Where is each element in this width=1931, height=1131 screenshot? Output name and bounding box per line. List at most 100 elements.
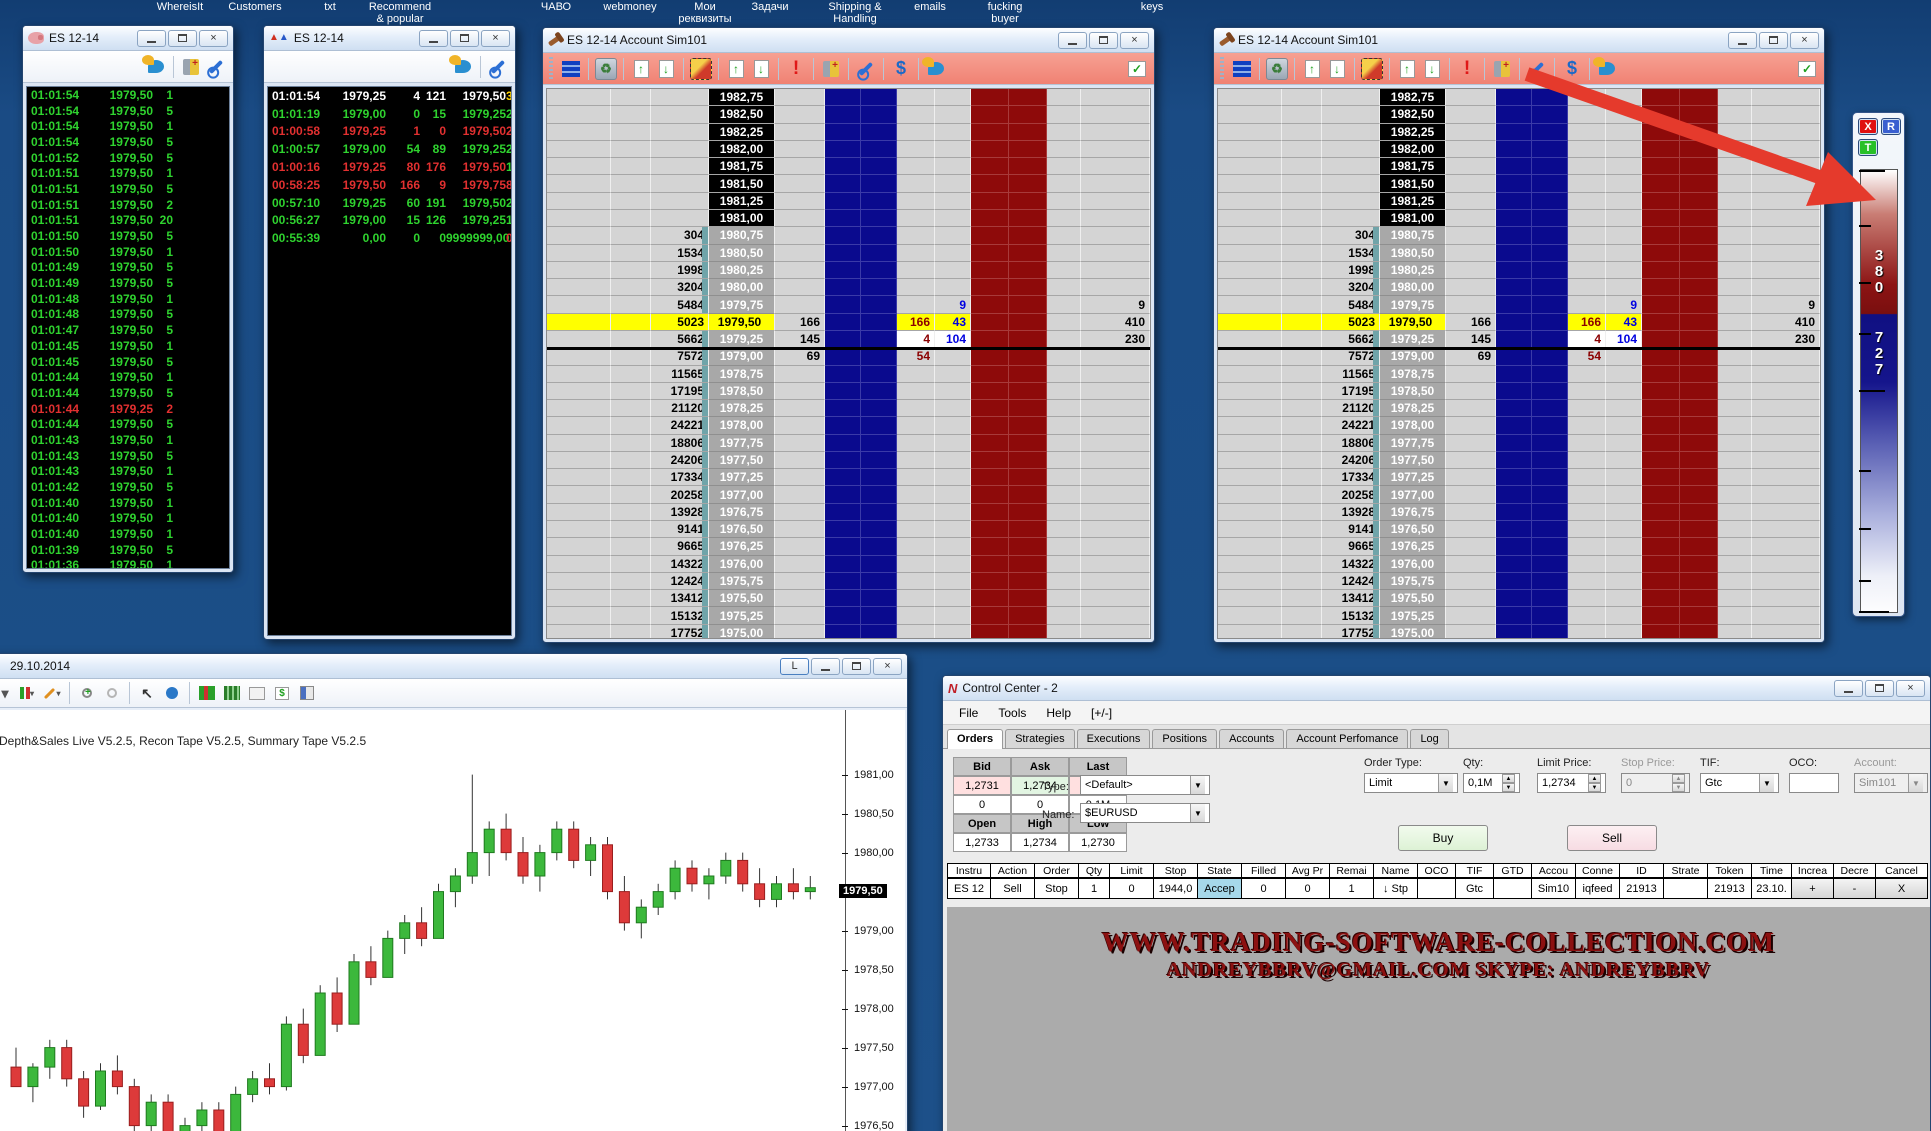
ladder-cell[interactable] bbox=[1752, 607, 1820, 624]
volume-cell[interactable]: 304 bbox=[1322, 227, 1380, 244]
ladder-cell[interactable] bbox=[1718, 607, 1752, 624]
ladder-cell[interactable] bbox=[1009, 124, 1047, 141]
column-header-remai[interactable]: Remai bbox=[1330, 863, 1374, 878]
ladder-cell[interactable] bbox=[861, 521, 897, 538]
sell-cell[interactable] bbox=[897, 245, 935, 262]
ladder-cell[interactable] bbox=[1752, 193, 1820, 210]
ladder-cell[interactable] bbox=[1680, 210, 1718, 227]
ladder-cell[interactable] bbox=[775, 383, 825, 400]
clear-icon[interactable] bbox=[1361, 58, 1383, 80]
ladder-cell[interactable] bbox=[1282, 366, 1322, 383]
ladder-cell[interactable] bbox=[1446, 106, 1496, 123]
sell-cell[interactable] bbox=[1568, 435, 1606, 452]
power-icon[interactable] bbox=[820, 58, 842, 80]
ladder-cell[interactable] bbox=[1532, 141, 1568, 158]
column-header-instru[interactable]: Instru bbox=[947, 863, 991, 878]
price-cell[interactable]: 1975,25 bbox=[1380, 607, 1446, 624]
ladder-cell[interactable] bbox=[1532, 469, 1568, 486]
ladder-cell[interactable] bbox=[1496, 124, 1532, 141]
cursor-icon[interactable]: ↖ bbox=[136, 682, 158, 704]
bid-cell[interactable] bbox=[1606, 573, 1642, 590]
page-up-icon[interactable]: ↑ bbox=[725, 58, 747, 80]
widget-button-r[interactable]: R bbox=[1881, 118, 1901, 135]
ladder-cell[interactable] bbox=[861, 383, 897, 400]
bid-cell[interactable] bbox=[935, 245, 971, 262]
maximize-button[interactable] bbox=[1865, 680, 1894, 697]
price-cell[interactable]: 1980,25 bbox=[709, 262, 775, 279]
ladder-cell[interactable] bbox=[1322, 175, 1380, 192]
column-header-decre[interactable]: Decre bbox=[1834, 863, 1876, 878]
ladder-cell[interactable] bbox=[1718, 573, 1752, 590]
ladder-cell[interactable] bbox=[1718, 590, 1752, 607]
ladder-cell[interactable] bbox=[1752, 158, 1820, 175]
ladder-cell[interactable] bbox=[1282, 521, 1322, 538]
ladder-cell[interactable] bbox=[547, 279, 611, 296]
working-cell[interactable]: 166 bbox=[1446, 314, 1496, 331]
ladder-cell[interactable] bbox=[1718, 383, 1752, 400]
price-cell[interactable]: 1975,25 bbox=[709, 607, 775, 624]
sell-cell[interactable] bbox=[897, 124, 935, 141]
spin-up-icon[interactable]: ▲ bbox=[1502, 774, 1515, 783]
ladder-cell[interactable] bbox=[825, 573, 861, 590]
ladder-cell[interactable] bbox=[1081, 590, 1150, 607]
ladder-cell[interactable] bbox=[1009, 573, 1047, 590]
ladder-cell[interactable] bbox=[825, 314, 861, 331]
ladder-cell[interactable] bbox=[825, 417, 861, 434]
volume-cell[interactable]: 24206 bbox=[1322, 452, 1380, 469]
ladder-cell[interactable] bbox=[1047, 400, 1081, 417]
ladder-cell[interactable] bbox=[1496, 314, 1532, 331]
volume-cell[interactable]: 13412 bbox=[1322, 590, 1380, 607]
sell-cell[interactable] bbox=[897, 296, 935, 313]
bookmark-item[interactable]: WhereisIt bbox=[157, 1, 203, 13]
ladder-cell[interactable] bbox=[1009, 625, 1047, 639]
toolbar-grip[interactable] bbox=[549, 57, 553, 81]
ladder-cell[interactable] bbox=[825, 400, 861, 417]
sell-cell[interactable] bbox=[1568, 175, 1606, 192]
ladder-cell[interactable] bbox=[1680, 193, 1718, 210]
ladder-cell[interactable] bbox=[1047, 175, 1081, 192]
ladder-cell[interactable] bbox=[1218, 106, 1282, 123]
ladder-cell[interactable] bbox=[1752, 210, 1820, 227]
ladder-cell[interactable] bbox=[861, 417, 897, 434]
bid-cell[interactable] bbox=[1606, 435, 1642, 452]
price-cell[interactable]: 1977,50 bbox=[709, 452, 775, 469]
ladder-cell[interactable] bbox=[1218, 556, 1282, 573]
sell-cell[interactable] bbox=[1568, 279, 1606, 296]
bid-cell[interactable] bbox=[935, 89, 971, 106]
ladder-cell[interactable] bbox=[1718, 158, 1752, 175]
ladder-cell[interactable] bbox=[1009, 452, 1047, 469]
price-cell[interactable]: 1977,00 bbox=[709, 486, 775, 503]
ladder-cell[interactable] bbox=[775, 452, 825, 469]
volume-cell[interactable]: 24221 bbox=[1322, 417, 1380, 434]
volume-cell[interactable]: 9665 bbox=[1322, 538, 1380, 555]
volume-cell[interactable]: 18806 bbox=[1322, 435, 1380, 452]
ladder-cell[interactable] bbox=[1282, 193, 1322, 210]
ladder-cell[interactable] bbox=[1322, 124, 1380, 141]
ladder-cell[interactable] bbox=[547, 607, 611, 624]
ladder-cell[interactable] bbox=[1718, 279, 1752, 296]
ladder-cell[interactable] bbox=[825, 210, 861, 227]
ladder-cell[interactable] bbox=[1081, 193, 1150, 210]
maximize-button[interactable] bbox=[842, 658, 871, 675]
ladder-cell[interactable] bbox=[1047, 331, 1081, 348]
ladder-cell[interactable] bbox=[1081, 89, 1150, 106]
tab-orders[interactable]: Orders bbox=[947, 729, 1003, 749]
ladder-cell[interactable] bbox=[1496, 89, 1532, 106]
sell-cell[interactable] bbox=[1568, 573, 1606, 590]
ladder-cell[interactable] bbox=[861, 89, 897, 106]
ladder-cell[interactable] bbox=[1282, 504, 1322, 521]
ladder-cell[interactable] bbox=[825, 331, 861, 348]
ladder-cell[interactable] bbox=[1532, 504, 1568, 521]
ladder-cell[interactable] bbox=[1496, 262, 1532, 279]
spin-down-icon[interactable]: ▼ bbox=[1588, 783, 1601, 792]
chevron-down-icon[interactable]: ▼ bbox=[1438, 774, 1453, 792]
volume-cell[interactable]: 17752 bbox=[1322, 625, 1380, 639]
ladder-cell[interactable] bbox=[651, 210, 709, 227]
mini-chart-icon[interactable] bbox=[246, 682, 268, 704]
ladder-cell[interactable] bbox=[1218, 158, 1282, 175]
bid-cell[interactable] bbox=[935, 175, 971, 192]
minimize-button[interactable] bbox=[811, 658, 840, 675]
ladder-cell[interactable] bbox=[1047, 193, 1081, 210]
ladder-cell[interactable] bbox=[1446, 486, 1496, 503]
ladder-cell[interactable] bbox=[1047, 556, 1081, 573]
